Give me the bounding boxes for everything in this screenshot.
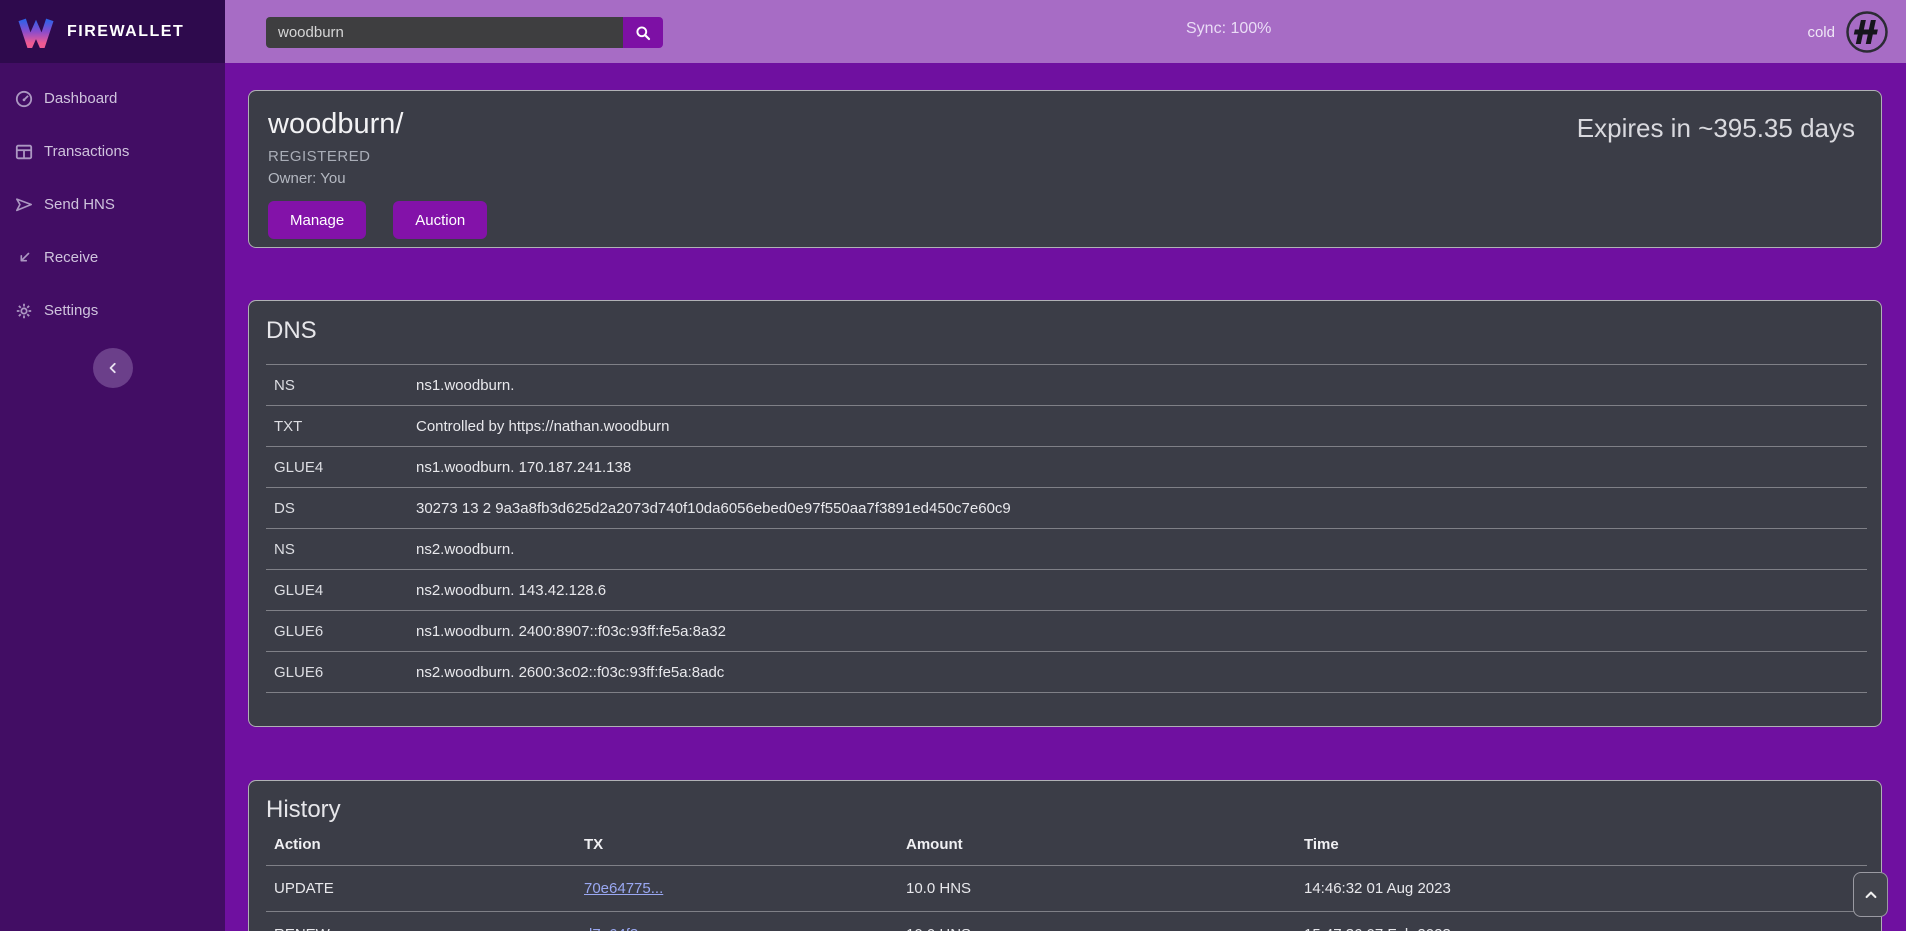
dns-record-row: NS ns1.woodburn. [266, 365, 1867, 406]
dns-card: DNS NS ns1.woodburn. TXT Controlled by h… [248, 300, 1882, 727]
sidebar-nav: Dashboard Transactions Send HNS Receive … [0, 63, 225, 321]
wallet-name: cold [1807, 24, 1835, 41]
dns-record-row: GLUE6 ns2.woodburn. 2600:3c02::f03c:93ff… [266, 652, 1867, 693]
search-input[interactable] [266, 17, 623, 48]
dns-record-type: NS [266, 365, 408, 406]
domain-expiry: Expires in ~395.35 days [1577, 113, 1855, 144]
search-group [266, 17, 663, 48]
history-amount: 10.0 HNS [898, 866, 1296, 912]
dns-record-value: 30273 13 2 9a3a8fb3d625d2a2073d740f10da6… [408, 488, 1867, 529]
dns-record-row: DS 30273 13 2 9a3a8fb3d625d2a2073d740f10… [266, 488, 1867, 529]
dns-record-type: GLUE4 [266, 447, 408, 488]
history-col-action: Action [266, 836, 576, 866]
chevron-left-icon [106, 361, 120, 375]
history-col-time: Time [1296, 836, 1867, 866]
sidebar-item-label: Dashboard [44, 90, 117, 107]
history-header-row: Action TX Amount Time [266, 836, 1867, 866]
dns-record-value: ns2.woodburn. [408, 529, 1867, 570]
wallet-selector[interactable]: cold [1807, 10, 1889, 54]
dns-record-type: NS [266, 529, 408, 570]
dns-table: NS ns1.woodburn. TXT Controlled by https… [266, 364, 1867, 693]
scroll-to-top-button[interactable] [1853, 872, 1888, 917]
sidebar-item-label: Send HNS [44, 196, 115, 213]
search-icon [635, 25, 651, 41]
dns-title: DNS [266, 317, 1865, 345]
send-icon [15, 196, 33, 214]
tx-link[interactable]: d7e64f3... [584, 926, 651, 931]
dns-record-row: GLUE6 ns1.woodburn. 2400:8907::f03c:93ff… [266, 611, 1867, 652]
dns-record-type: DS [266, 488, 408, 529]
sidebar-item-label: Transactions [44, 143, 129, 160]
domain-card: woodburn/ REGISTERED Owner: You Manage A… [248, 90, 1882, 248]
search-button[interactable] [623, 17, 663, 48]
history-table: Action TX Amount Time UPDATE 70e64775...… [266, 836, 1867, 931]
sidebar-item-settings[interactable]: Settings [0, 300, 225, 321]
history-title: History [266, 796, 1865, 824]
topbar: Sync: 100% cold [225, 0, 1906, 63]
history-card: History Action TX Amount Time UPDATE 70e… [248, 780, 1882, 931]
chevron-up-icon [1863, 887, 1879, 903]
dns-record-row: NS ns2.woodburn. [266, 529, 1867, 570]
manage-button[interactable]: Manage [268, 201, 366, 239]
dns-record-value: Controlled by https://nathan.woodburn [408, 406, 1867, 447]
settings-icon [15, 302, 33, 320]
dns-record-row: GLUE4 ns2.woodburn. 143.42.128.6 [266, 570, 1867, 611]
brand-name: FIREWALLET [67, 23, 184, 41]
dns-record-value: ns2.woodburn. 2600:3c02::f03c:93ff:fe5a:… [408, 652, 1867, 693]
history-row: UPDATE 70e64775... 10.0 HNS 14:46:32 01 … [266, 866, 1867, 912]
sidebar-item-label: Receive [44, 249, 98, 266]
brand-logo[interactable]: FIREWALLET [0, 0, 225, 63]
history-time: 15:47:36 07 Feb 2023 [1296, 912, 1867, 931]
sidebar-item-label: Settings [44, 302, 98, 319]
history-col-amount: Amount [898, 836, 1296, 866]
history-col-tx: TX [576, 836, 898, 866]
domain-status: REGISTERED [268, 148, 1856, 165]
auction-button[interactable]: Auction [393, 201, 487, 239]
dns-record-value: ns1.woodburn. 2400:8907::f03c:93ff:fe5a:… [408, 611, 1867, 652]
dns-record-value: ns2.woodburn. 143.42.128.6 [408, 570, 1867, 611]
sidebar-item-send-hns[interactable]: Send HNS [0, 194, 225, 215]
dns-record-value: ns1.woodburn. [408, 365, 1867, 406]
dashboard-icon [15, 90, 33, 108]
history-time: 14:46:32 01 Aug 2023 [1296, 866, 1867, 912]
domain-owner: Owner: You [268, 170, 1856, 187]
transactions-icon [15, 143, 33, 161]
receive-icon [15, 249, 33, 267]
main-content: woodburn/ REGISTERED Owner: You Manage A… [225, 63, 1906, 931]
dns-record-value: ns1.woodburn. 170.187.241.138 [408, 447, 1867, 488]
firewallet-logo-icon [17, 16, 55, 48]
dns-record-row: GLUE4 ns1.woodburn. 170.187.241.138 [266, 447, 1867, 488]
tx-link[interactable]: 70e64775... [584, 880, 663, 897]
handshake-logo-icon [1845, 10, 1889, 54]
sidebar-item-transactions[interactable]: Transactions [0, 141, 225, 162]
dns-record-type: TXT [266, 406, 408, 447]
dns-record-row: TXT Controlled by https://nathan.woodbur… [266, 406, 1867, 447]
sidebar: FIREWALLET Dashboard Transactions Send H… [0, 0, 225, 931]
dns-record-type: GLUE6 [266, 652, 408, 693]
history-action: RENEW [266, 912, 576, 931]
sidebar-collapse-button[interactable] [93, 348, 133, 388]
dns-record-type: GLUE4 [266, 570, 408, 611]
history-row: RENEW d7e64f3... 10.0 HNS 15:47:36 07 Fe… [266, 912, 1867, 931]
domain-actions: Manage Auction [268, 201, 1856, 239]
sidebar-item-dashboard[interactable]: Dashboard [0, 88, 225, 109]
sidebar-item-receive[interactable]: Receive [0, 247, 225, 268]
history-action: UPDATE [266, 866, 576, 912]
dns-record-type: GLUE6 [266, 611, 408, 652]
sync-status: Sync: 100% [1186, 20, 1271, 38]
history-amount: 10.0 HNS [898, 912, 1296, 931]
